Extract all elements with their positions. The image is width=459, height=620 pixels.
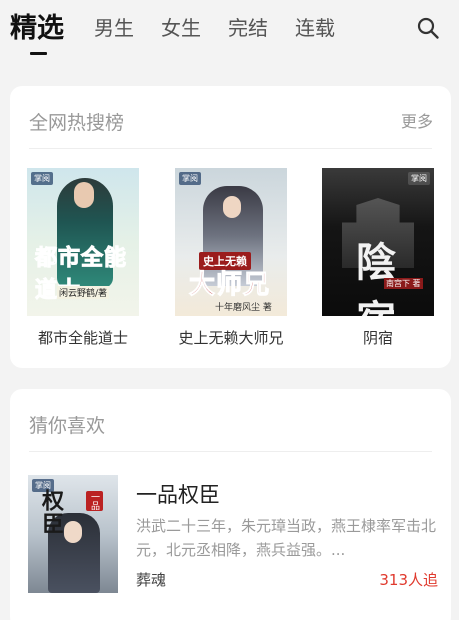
search-icon[interactable]: [416, 16, 440, 40]
cover-author: 闲云野鹤/著: [57, 286, 110, 299]
book-cover[interactable]: 掌阅 史上无赖 大师兄 十年磨风尘 著: [175, 168, 287, 316]
publisher-badge: 掌阅: [179, 172, 201, 185]
guess-you-like-card: 猜你喜欢 掌阅 权臣 一品 一品权臣 洪武二十三年，朱元璋当政，燕王棣率军击北元…: [10, 389, 451, 620]
cover-face: [64, 521, 82, 543]
cover-author: 南宫下 著: [384, 278, 423, 289]
book-cover[interactable]: 掌阅 陰宿 南宫下 著: [322, 168, 434, 316]
book-title[interactable]: 一品权臣: [136, 479, 220, 509]
cover-author: 十年磨风尘 著: [215, 303, 272, 313]
tab-featured[interactable]: 精选: [10, 6, 64, 45]
tab-female[interactable]: 女生: [161, 12, 201, 41]
book-description: 洪武二十三年，朱元璋当政，燕王棣率军击北元，北元丞相降，燕兵益强。...: [136, 517, 437, 559]
publisher-badge: 掌阅: [408, 172, 430, 185]
tab-male[interactable]: 男生: [94, 12, 134, 41]
section-title: 全网热搜榜: [29, 112, 125, 134]
book-name[interactable]: 阴宿: [322, 327, 434, 348]
publisher-badge: 掌阅: [31, 172, 53, 185]
more-link[interactable]: 更多: [401, 108, 433, 132]
follower-count: 313人追: [379, 571, 438, 589]
section-title: 猜你喜欢: [29, 415, 106, 437]
cover-seal: 一品: [86, 491, 103, 511]
tab-completed[interactable]: 完结: [228, 12, 268, 41]
book-item[interactable]: 掌阅 都市全能道士 闲云野鹤/著 都市全能道士: [27, 168, 139, 348]
active-tab-indicator: [30, 52, 47, 55]
cover-face: [223, 196, 241, 218]
top-tab-bar: 精选 男生 女生 完结 连载: [0, 0, 459, 68]
cover-title: 大师兄: [188, 270, 271, 301]
divider: [29, 451, 432, 452]
divider: [29, 148, 432, 149]
book-name[interactable]: 都市全能道士: [27, 327, 139, 348]
cover-title: 陰宿: [356, 239, 397, 316]
book-cover[interactable]: 掌阅 都市全能道士 闲云野鹤/著: [27, 168, 139, 316]
cover-title: 权臣: [38, 489, 63, 535]
book-cover[interactable]: 掌阅 权臣 一品: [28, 475, 118, 593]
tab-serializing[interactable]: 连载: [295, 12, 335, 41]
book-author: 葬魂: [136, 571, 167, 589]
cover-face: [74, 182, 94, 208]
book-item[interactable]: 掌阅 史上无赖 大师兄 十年磨风尘 著 史上无赖大师兄: [175, 168, 287, 348]
book-name[interactable]: 史上无赖大师兄: [175, 327, 287, 348]
hot-search-card: 全网热搜榜 更多 掌阅 都市全能道士 闲云野鹤/著 都市全能道士 掌阅 史上无赖…: [10, 86, 451, 368]
book-item[interactable]: 掌阅 陰宿 南宫下 著 阴宿: [322, 168, 434, 348]
recommended-book[interactable]: 掌阅 权臣 一品 一品权臣 洪武二十三年，朱元璋当政，燕王棣率军击北元，北元丞相…: [28, 475, 438, 593]
